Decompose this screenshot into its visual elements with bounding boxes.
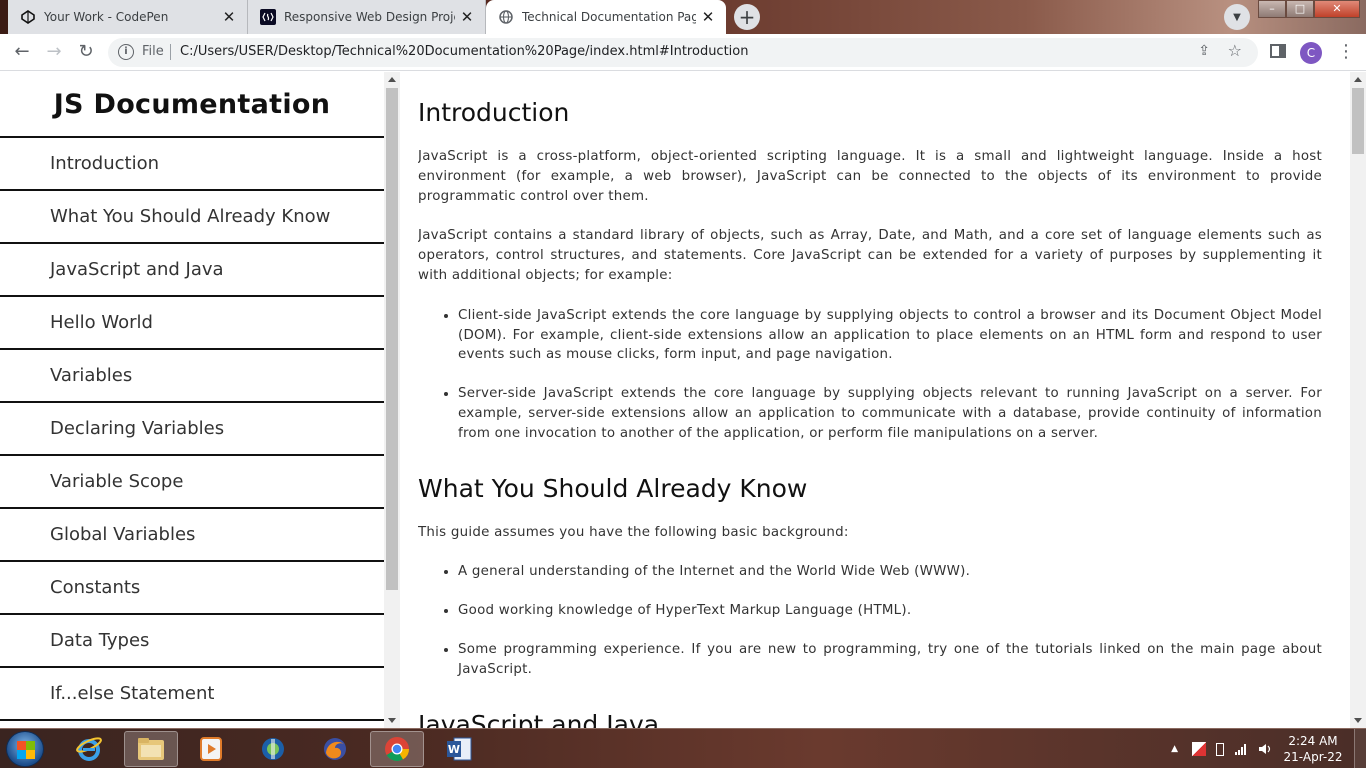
battery-icon[interactable] (1216, 742, 1224, 756)
minimize-button[interactable]: – (1258, 0, 1286, 18)
section-heading: JavaScript and Java (418, 709, 660, 728)
tab-search-button[interactable]: ▼ (1224, 4, 1250, 30)
main-doc: Introduction JavaScript is a cross-platf… (418, 72, 1322, 728)
windows-taskbar: W ▲ 2:24 AM 21-Apr-22 (0, 728, 1366, 768)
maximize-button[interactable]: □ (1286, 0, 1314, 18)
nav-link-variable-scope[interactable]: Variable Scope (0, 456, 384, 509)
nav-link-introduction[interactable]: Introduction (0, 138, 384, 191)
section-heading: What You Should Already Know (418, 473, 808, 503)
section-javascript-and-java: JavaScript and Java (418, 680, 1322, 728)
nav-link-data-types[interactable]: Data Types (0, 615, 384, 668)
action-center-flag-icon[interactable] (1192, 742, 1206, 756)
word-icon[interactable]: W (432, 731, 486, 767)
navbar-scrollbar[interactable] (384, 72, 400, 728)
nav-link-variables[interactable]: Variables (0, 350, 384, 403)
scroll-up-arrow-icon[interactable] (1354, 77, 1362, 82)
navbar: JS Documentation Introduction What You S… (0, 72, 384, 728)
list-item: Client-side JavaScript extends the core … (458, 306, 1322, 365)
internet-explorer-icon[interactable] (62, 731, 116, 767)
page-scrollbar[interactable] (1350, 72, 1366, 728)
scrollbar-thumb[interactable] (386, 88, 398, 590)
address-bar[interactable]: i File C:/Users/USER/Desktop/Technical%2… (108, 38, 1258, 67)
more-menu-icon[interactable]: ⋮ (1336, 40, 1356, 64)
tab-title: Your Work - CodePen (44, 10, 169, 24)
window-controls: – □ ✕ (1258, 0, 1360, 18)
profile-avatar[interactable]: C (1300, 42, 1322, 64)
list-item: Server-side JavaScript extends the core … (458, 384, 1322, 443)
tab-codepen[interactable]: Your Work - CodePen ✕ (8, 0, 248, 34)
navbar-header: JS Documentation (0, 72, 384, 138)
browser-tab-strip: Your Work - CodePen ✕ Responsive Web Des… (0, 0, 1366, 34)
new-tab-button[interactable]: + (734, 4, 760, 30)
close-window-button[interactable]: ✕ (1314, 0, 1360, 18)
show-hidden-icons-icon[interactable]: ▲ (1171, 744, 1178, 754)
codepen-icon (20, 9, 36, 25)
section-heading: Introduction (418, 98, 570, 127)
list-item: Good working knowledge of HyperText Mark… (458, 601, 1322, 621)
nav-link-global-variables[interactable]: Global Variables (0, 509, 384, 562)
firefox-icon[interactable] (308, 731, 362, 767)
bullet-list: A general understanding of the Internet … (418, 562, 1322, 679)
back-button[interactable]: ← (10, 40, 34, 64)
scheme-label: File (142, 44, 164, 59)
chevron-down-icon: ▼ (1233, 11, 1241, 23)
paragraph: JavaScript contains a standard library o… (418, 228, 1322, 283)
nav-link-hello-world[interactable]: Hello World (0, 297, 384, 350)
media-center-icon[interactable] (246, 731, 300, 767)
url-text[interactable]: C:/Users/USER/Desktop/Technical%20Docume… (180, 44, 748, 59)
info-icon[interactable]: i (118, 44, 134, 60)
clock-time: 2:24 AM (1288, 734, 1338, 748)
tab-title: Responsive Web Design Projects (284, 10, 455, 24)
paragraph: JavaScript is a cross-platform, object-o… (418, 149, 1322, 204)
arrow-right-icon: → (46, 41, 62, 62)
file-explorer-icon[interactable] (124, 731, 178, 767)
arrow-left-icon: ← (14, 41, 30, 62)
tab-title: Technical Documentation Page P (522, 10, 696, 24)
reload-button[interactable]: ↻ (74, 40, 98, 64)
list-item: A general understanding of the Internet … (458, 562, 1322, 582)
clock[interactable]: 2:24 AM 21-Apr-22 (1282, 733, 1344, 765)
close-icon[interactable]: ✕ (459, 9, 475, 25)
list-item: Some programming experience. If you are … (458, 640, 1322, 680)
divider (170, 44, 171, 60)
share-icon[interactable]: ⇪ (1198, 43, 1210, 59)
svg-text:W: W (448, 743, 460, 756)
nav-link-declaring-variables[interactable]: Declaring Variables (0, 403, 384, 456)
browser-toolbar: ← → ↻ i File C:/Users/USER/Desktop/Techn… (0, 34, 1366, 71)
show-desktop-button[interactable] (1354, 729, 1366, 768)
system-tray: ▲ 2:24 AM 21-Apr-22 (1171, 729, 1366, 768)
navbar-title: JS Documentation (53, 88, 331, 120)
nav-link-javascript-and-java[interactable]: JavaScript and Java (0, 244, 384, 297)
nav-link-if-else-statement[interactable]: If...else Statement (0, 668, 384, 721)
close-icon[interactable]: ✕ (700, 9, 716, 25)
windows-start-icon[interactable] (6, 731, 44, 767)
globe-icon (498, 9, 514, 25)
media-player-icon[interactable] (184, 731, 238, 767)
reload-icon: ↻ (78, 41, 94, 62)
forward-button[interactable]: → (42, 40, 66, 64)
section-introduction: Introduction JavaScript is a cross-platf… (418, 72, 1322, 444)
clock-date: 21-Apr-22 (1283, 750, 1343, 764)
tab-freecodecamp[interactable]: Responsive Web Design Projects ✕ (248, 0, 486, 34)
section-what-you-should-already-know: What You Should Already Know This guide … (418, 444, 1322, 680)
chrome-icon[interactable] (370, 731, 424, 767)
page-viewport: JS Documentation Introduction What You S… (0, 72, 1366, 728)
scroll-down-arrow-icon[interactable] (388, 718, 396, 723)
freecodecamp-icon (260, 9, 276, 25)
scroll-down-arrow-icon[interactable] (1354, 718, 1362, 723)
nav-link-what-you-should-already-know[interactable]: What You Should Already Know (0, 191, 384, 244)
bullet-list: Client-side JavaScript extends the core … (418, 306, 1322, 444)
scrollbar-thumb[interactable] (1352, 88, 1364, 154)
scroll-up-arrow-icon[interactable] (388, 77, 396, 82)
tab-technical-documentation[interactable]: Technical Documentation Page P ✕ (486, 0, 726, 34)
bookmark-star-icon[interactable]: ☆ (1228, 41, 1242, 60)
side-panel-icon[interactable] (1270, 44, 1286, 58)
volume-icon[interactable] (1258, 742, 1272, 756)
network-signal-icon[interactable] (1234, 742, 1248, 756)
nav-link-constants[interactable]: Constants (0, 562, 384, 615)
close-icon[interactable]: ✕ (221, 9, 237, 25)
paragraph: This guide assumes you have the followin… (418, 524, 849, 540)
